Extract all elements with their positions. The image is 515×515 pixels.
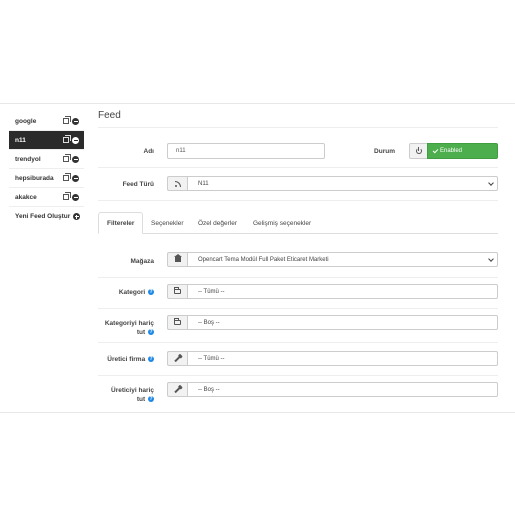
row-divider bbox=[98, 200, 498, 201]
sidebar-item-trendyol[interactable]: trendyol bbox=[9, 150, 84, 169]
remove-icon[interactable] bbox=[72, 174, 79, 182]
help-icon[interactable]: ? bbox=[148, 396, 154, 403]
chevron-down-icon bbox=[488, 180, 494, 186]
help-icon[interactable]: ? bbox=[148, 356, 154, 363]
feed-type-label: Feed Türü bbox=[122, 181, 154, 188]
chevron-down-icon bbox=[488, 256, 494, 262]
tab-advanced-options[interactable]: Gelişmiş seçenekler bbox=[245, 212, 319, 234]
category-exclude-label-line1: Kategoriyi hariç bbox=[104, 320, 154, 327]
row-divider bbox=[98, 308, 498, 309]
copy-icon[interactable] bbox=[63, 154, 71, 162]
category-exclude-label: Kategoriyi hariç tut ? bbox=[90, 319, 154, 337]
manufacturer-addon bbox=[167, 351, 187, 366]
frame-top-border bbox=[0, 103, 515, 104]
category-exclude-value: -- Boş -- bbox=[198, 319, 220, 326]
name-input[interactable]: n11 bbox=[167, 143, 325, 159]
sidebar-item-google[interactable]: google bbox=[9, 112, 84, 131]
row-divider bbox=[98, 277, 498, 278]
store-value: Opencart Tema Modül Full Paket Eticaret … bbox=[198, 256, 329, 263]
category-label: Kategori ? bbox=[100, 289, 154, 296]
copy-icon[interactable] bbox=[63, 116, 71, 124]
store-label: Mağaza bbox=[130, 258, 154, 265]
status-enabled-button[interactable]: Enabled bbox=[427, 143, 498, 159]
category-exclude-input[interactable]: -- Boş -- bbox=[187, 315, 498, 330]
help-icon[interactable]: ? bbox=[148, 289, 154, 296]
copy-icon[interactable] bbox=[63, 135, 71, 143]
row-divider bbox=[98, 375, 498, 376]
manufacturer-label-text: Üretici firma bbox=[107, 356, 146, 363]
tab-filters[interactable]: Filtereler bbox=[98, 212, 144, 234]
check-icon bbox=[432, 147, 439, 153]
sidebar-item-label: trendyol bbox=[15, 155, 41, 163]
wrench-icon bbox=[174, 386, 181, 393]
remove-icon[interactable] bbox=[72, 136, 79, 144]
category-input[interactable]: -- Tümü -- bbox=[187, 284, 498, 299]
manufacturer-exclude-input[interactable]: -- Boş -- bbox=[187, 382, 498, 397]
remove-icon[interactable] bbox=[72, 117, 79, 125]
home-icon bbox=[173, 254, 182, 262]
rss-icon bbox=[174, 180, 181, 187]
manufacturer-exclude-label-line2: tut bbox=[136, 396, 146, 403]
feed-type-addon bbox=[167, 176, 187, 191]
sidebar-item-label: akakce bbox=[15, 193, 37, 201]
sidebar-item-label: hepsiburada bbox=[15, 174, 54, 182]
category-label-text: Kategori bbox=[118, 289, 146, 296]
status-value: Enabled bbox=[440, 148, 463, 154]
power-icon bbox=[415, 147, 422, 154]
feed-panel: Feed bbox=[98, 110, 498, 126]
category-exclude-label-line2: tut bbox=[136, 329, 146, 336]
title-divider bbox=[98, 127, 498, 128]
wrench-icon bbox=[174, 355, 181, 362]
sidebar-item-akakce[interactable]: akakce bbox=[9, 188, 84, 207]
plus-icon bbox=[73, 213, 81, 220]
copy-icon[interactable] bbox=[63, 173, 71, 181]
page-title: Feed bbox=[98, 110, 121, 121]
manufacturer-exclude-label-line1: Üreticiyi hariç bbox=[111, 387, 154, 394]
sidebar-item-label: n11 bbox=[15, 136, 26, 144]
folder-open-icon bbox=[174, 287, 181, 294]
sidebar-item-label: google bbox=[15, 117, 37, 125]
frame-bottom-border bbox=[0, 412, 515, 413]
sidebar-item-n11[interactable]: n11 bbox=[9, 131, 84, 150]
feed-tabs: Filtereler Seçenekler Özel değerler Geli… bbox=[98, 212, 498, 234]
store-select[interactable]: Opencart Tema Modül Full Paket Eticaret … bbox=[187, 252, 498, 267]
row-divider bbox=[98, 167, 498, 168]
feed-type-value: N11 bbox=[198, 180, 209, 187]
remove-icon[interactable] bbox=[72, 193, 79, 201]
manufacturer-input[interactable]: -- Tümü -- bbox=[187, 351, 498, 366]
tab-custom-values[interactable]: Özel değerler bbox=[190, 212, 245, 234]
new-feed-button[interactable]: Yeni Feed Oluştur bbox=[9, 207, 84, 226]
category-exclude-addon bbox=[167, 315, 187, 330]
status-label: Durum bbox=[374, 148, 395, 155]
feed-sidebar: google n11 trendyol hepsiburada akakce Y… bbox=[9, 112, 84, 226]
manufacturer-exclude-addon bbox=[167, 382, 187, 397]
category-value: -- Tümü -- bbox=[198, 288, 225, 295]
feed-type-select[interactable]: N11 bbox=[187, 176, 498, 191]
manufacturer-exclude-label: Üreticiyi hariç tut ? bbox=[90, 386, 154, 404]
row-divider bbox=[98, 342, 498, 343]
status-toggle-button[interactable] bbox=[409, 143, 428, 159]
sidebar-item-hepsiburada[interactable]: hepsiburada bbox=[9, 169, 84, 188]
tab-options[interactable]: Seçenekler bbox=[143, 212, 192, 234]
folder-icon bbox=[174, 318, 181, 325]
category-addon bbox=[167, 284, 187, 299]
remove-icon[interactable] bbox=[72, 155, 79, 163]
manufacturer-exclude-value: -- Boş -- bbox=[198, 386, 220, 393]
manufacturer-value: -- Tümü -- bbox=[198, 355, 225, 362]
name-label: Adı bbox=[143, 148, 154, 155]
copy-icon[interactable] bbox=[63, 192, 71, 200]
manufacturer-label: Üretici firma ? bbox=[90, 356, 154, 363]
new-feed-label: Yeni Feed Oluştur bbox=[15, 213, 71, 220]
store-addon bbox=[167, 252, 187, 267]
help-icon[interactable]: ? bbox=[148, 329, 154, 336]
